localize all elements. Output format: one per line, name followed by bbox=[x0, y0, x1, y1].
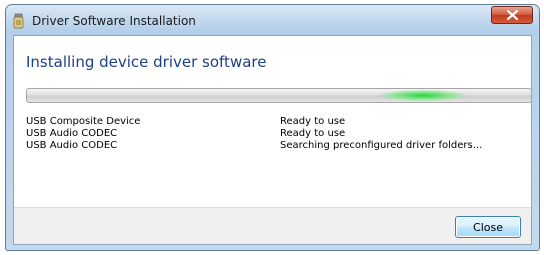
page-title: Installing device driver software bbox=[26, 53, 267, 71]
progress-marquee bbox=[379, 90, 467, 101]
device-status: Ready to use bbox=[280, 116, 346, 127]
titlebar-close-button[interactable] bbox=[491, 6, 533, 24]
list-item: USB Audio CODEC Searching preconfigured … bbox=[26, 140, 526, 152]
window-title: Driver Software Installation bbox=[32, 14, 196, 28]
device-status: Searching preconfigured driver folders..… bbox=[280, 140, 483, 151]
usb-drive-icon bbox=[12, 13, 26, 29]
dialog-content: Installing device driver software USB Co… bbox=[13, 35, 532, 245]
close-icon bbox=[507, 10, 518, 20]
close-button[interactable]: Close bbox=[455, 216, 521, 238]
dialog-window: Driver Software Installation Installing … bbox=[5, 4, 540, 251]
title-bar[interactable]: Driver Software Installation bbox=[6, 5, 539, 35]
progress-bar bbox=[26, 88, 532, 103]
device-name: USB Audio CODEC bbox=[26, 140, 118, 151]
list-item: USB Audio CODEC Ready to use bbox=[26, 128, 526, 140]
device-name: USB Composite Device bbox=[26, 116, 141, 127]
device-list: USB Composite Device Ready to use USB Au… bbox=[26, 116, 526, 152]
list-item: USB Composite Device Ready to use bbox=[26, 116, 526, 128]
button-bar: Close bbox=[14, 207, 531, 244]
device-status: Ready to use bbox=[280, 128, 346, 139]
device-name: USB Audio CODEC bbox=[26, 128, 118, 139]
